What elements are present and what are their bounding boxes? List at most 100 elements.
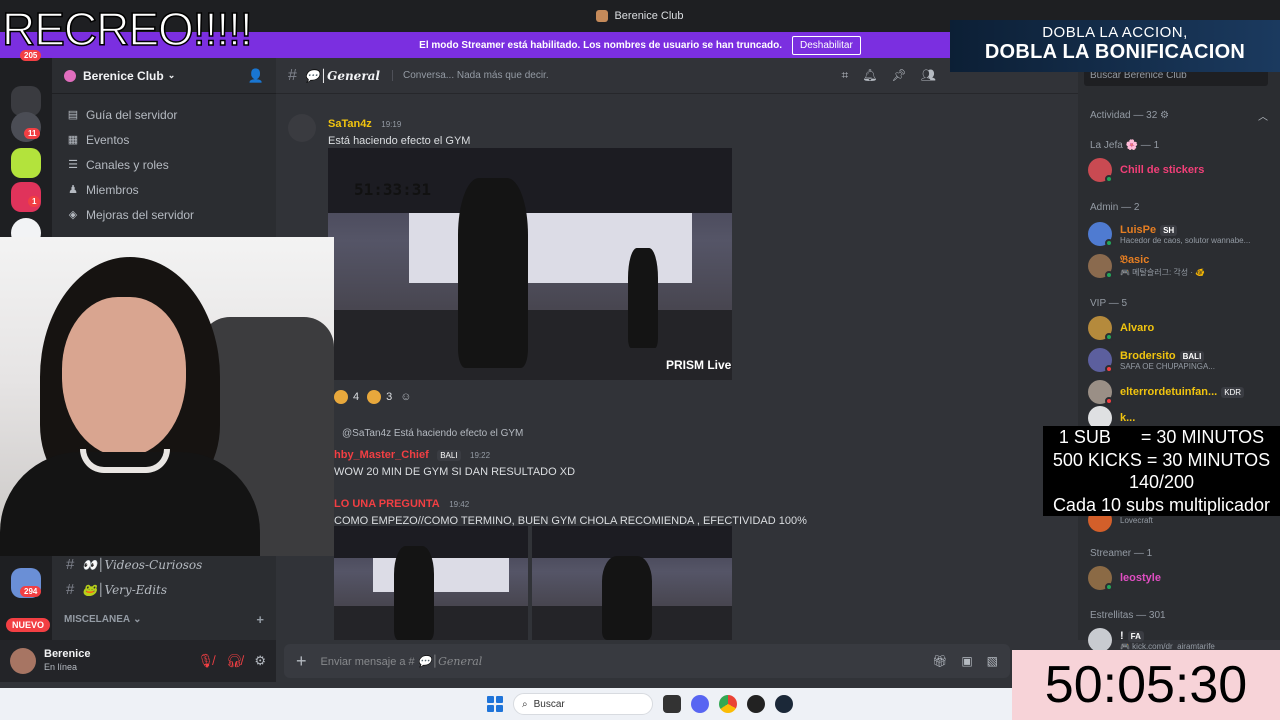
gear-icon[interactable]: ⚙ <box>254 653 266 669</box>
member-row[interactable]: Alvaro <box>1088 314 1266 342</box>
discord-window: Berenice Club El modo Streamer está habi… <box>0 0 1280 720</box>
calendar-icon: ▦ <box>67 134 79 146</box>
avatar <box>1088 628 1112 652</box>
avatar <box>1088 348 1113 373</box>
chrome-icon[interactable] <box>719 695 737 713</box>
nav-members[interactable]: ♟ Miembros <box>52 177 276 202</box>
nav-server-boosts[interactable]: ◈ Mejoras del servidor <box>52 202 276 227</box>
unread-badge: 11 <box>24 128 41 139</box>
member-section: La Jefa 🌸 — 1 <box>1090 140 1160 151</box>
avatar <box>1088 316 1113 341</box>
task-view-icon[interactable] <box>663 695 681 713</box>
avatar <box>1088 222 1113 247</box>
reaction[interactable]: 3 <box>367 390 392 404</box>
add-channel-icon[interactable]: + <box>256 612 264 627</box>
server-icon-kick[interactable] <box>11 148 41 178</box>
user-status: En línea <box>44 662 78 672</box>
message-input[interactable]: Enviar mensaje a # 💬│General <box>321 655 483 668</box>
message-composer[interactable]: + Enviar mensaje a # 💬│General 🎁︎ ▣ ▧ <box>284 644 1010 678</box>
category-miscelanea[interactable]: MISCELANEA ⌄ + <box>52 608 276 630</box>
nav-channels-roles[interactable]: ☰ Canales y roles <box>52 152 276 177</box>
add-attachment-icon[interactable]: + <box>296 651 307 672</box>
message-author[interactable]: SaTan4z <box>328 118 372 130</box>
hash-icon: # <box>288 66 297 84</box>
gift-icon[interactable]: 🎁︎ <box>932 654 947 668</box>
nav-server-guide[interactable]: ▤ Guía del servidor <box>52 102 276 127</box>
recreo-overlay-text: RECREO!!!!! <box>1 2 253 56</box>
avatar[interactable] <box>10 648 36 674</box>
list-icon: ☰ <box>68 159 78 171</box>
laughing-emoji-icon <box>367 390 382 404</box>
emoji-icon <box>334 390 348 404</box>
reaction-bar: 4 3 ☺ <box>334 390 411 404</box>
subathon-countdown: 50:05:30 <box>1012 650 1280 720</box>
threads-icon[interactable]: ⌗ <box>842 68 849 83</box>
person-figure <box>628 248 658 348</box>
add-reaction-icon[interactable]: ☺ <box>400 390 411 404</box>
promo-line1: DOBLA LA ACCION, <box>1042 24 1188 41</box>
bell-icon[interactable]: 🔔︎ <box>862 68 877 83</box>
discord-icon[interactable] <box>691 695 709 713</box>
microphone-muted-icon[interactable]: 🎙︎̸ <box>197 653 214 669</box>
people-icon: ♟ <box>68 184 78 196</box>
channel-very-edits[interactable]: # 🐸│Very-Edits <box>52 577 276 602</box>
message-text: WOW 20 MIN DE GYM SI DAN RESULTADO XD <box>334 466 576 478</box>
message-video-attachment[interactable]: 51:33:31 PRISM Live <box>328 148 732 380</box>
message-image-attachment[interactable] <box>532 526 732 640</box>
boost-icon: ◈ <box>68 209 78 221</box>
avatar <box>1088 158 1113 183</box>
chevron-up-icon[interactable]: ︿ <box>1258 108 1268 123</box>
message: @SaTan4z Está haciendo efecto el GYM hby… <box>276 428 1078 478</box>
member-row[interactable]: leostyle <box>1088 564 1266 592</box>
user-info[interactable]: Berenice En línea <box>44 648 90 674</box>
server-header[interactable]: Berenice Club ⌄ 👤 <box>52 58 276 94</box>
disable-streamer-mode-button[interactable]: Deshabilitar <box>792 35 861 55</box>
message-author[interactable]: LO UNA PREGUNTA <box>334 498 440 510</box>
member-section: Admin — 2 <box>1090 202 1140 213</box>
nav-events[interactable]: ▦ Eventos <box>52 127 276 152</box>
member-row[interactable]: 𝔅asic 🎮 메탈슬러그: 각성 · 🐠 <box>1088 252 1266 280</box>
user-name: Berenice <box>44 648 91 660</box>
headphones-muted-icon[interactable]: 🎧︎̸ <box>226 653 243 669</box>
gif-icon[interactable]: ▣ <box>961 654 972 668</box>
steam-icon[interactable] <box>775 695 793 713</box>
reaction[interactable]: 4 <box>334 390 359 404</box>
window-title: Berenice Club <box>614 10 684 22</box>
members-icon[interactable]: 👥︎ <box>921 68 936 83</box>
member-row[interactable]: LuisPe SH Hacedor de caos, solutor wannabe… <box>1088 220 1266 248</box>
channel-name: 💬│General <box>304 68 380 83</box>
message-image-attachment[interactable] <box>334 526 528 640</box>
member-row[interactable]: Brodersito BALI SAFA OE CHUPAPINGA... <box>1088 346 1266 374</box>
hash-icon: # <box>66 581 75 598</box>
new-badge: NUEVO <box>6 618 51 632</box>
message-author[interactable]: hby_Master_Chief <box>334 449 429 461</box>
message: SaTan4z 19:19 Está haciendo efecto el GY… <box>276 114 1078 147</box>
server-icon <box>596 10 609 22</box>
webcam-overlay <box>0 237 334 556</box>
member-row[interactable]: Chill de stickers <box>1088 156 1266 184</box>
activity-header[interactable]: Actividad — 32 ⚙ <box>1090 110 1169 121</box>
gear-icon: ⚙ <box>1160 110 1170 121</box>
message-text: Está haciendo efecto el GYM <box>328 135 471 147</box>
member-row[interactable]: elterrordetuinfan... KDR <box>1088 378 1266 406</box>
sticker-icon[interactable]: ▧ <box>987 654 998 668</box>
windows-start-icon[interactable] <box>487 696 503 712</box>
subathon-goal-overlay: 1 SUB = 30 MINUTOS 500 KICKS = 30 MINUTO… <box>1043 426 1280 516</box>
video-timer: 51:33:31 <box>354 180 432 199</box>
channel-topic[interactable]: Conversa... Nada más que decir. <box>391 70 549 81</box>
pin-icon[interactable]: 📌︎ <box>892 68 907 83</box>
obs-icon[interactable] <box>747 695 765 713</box>
avatar[interactable] <box>288 114 316 142</box>
book-icon: ▤ <box>67 109 79 121</box>
person-figure <box>394 546 434 640</box>
server-name: Berenice Club <box>83 68 164 83</box>
user-panel: Berenice En línea 🎙︎̸ 🎧︎̸ ⚙ <box>0 640 276 682</box>
hash-icon: # <box>66 556 75 573</box>
unread-badge: 294 <box>20 586 42 597</box>
member-list: Actividad — 32 ⚙ ︿ La Jefa 🌸 — 1 Chill d… <box>1078 58 1280 640</box>
add-member-icon[interactable]: 👤 <box>248 68 264 84</box>
message-reply-preview[interactable]: @SaTan4z Está haciendo efecto el GYM <box>342 428 1078 439</box>
chevron-down-icon: ⌄ <box>133 613 142 625</box>
member-section: Estrellitas — 301 <box>1090 610 1166 621</box>
taskbar-search[interactable]: ⌕ Buscar <box>513 693 653 715</box>
